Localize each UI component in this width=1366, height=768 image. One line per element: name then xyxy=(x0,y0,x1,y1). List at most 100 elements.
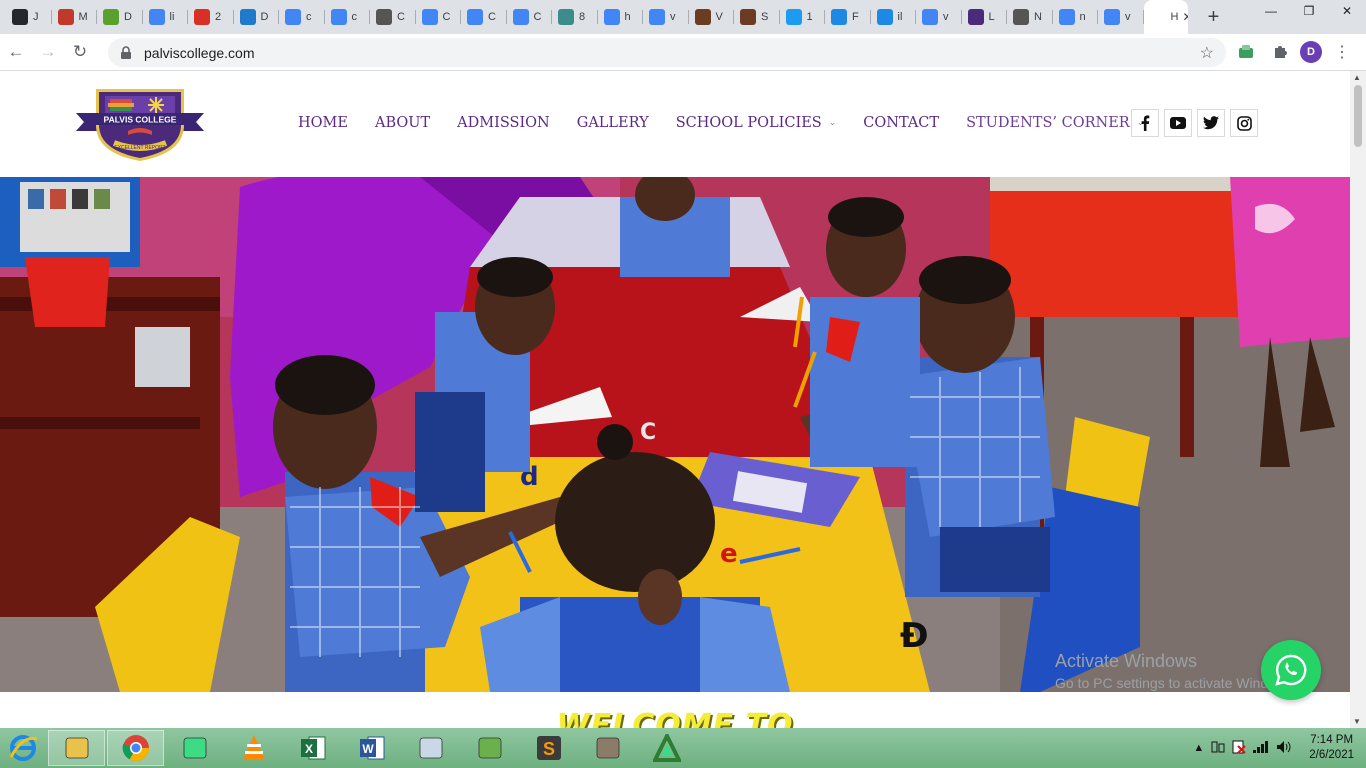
browser-tab[interactable]: v xyxy=(1098,0,1144,34)
tab-title: F xyxy=(852,11,859,23)
google-icon xyxy=(1058,9,1075,25)
puzzle-icon[interactable] xyxy=(1266,38,1294,66)
tab-title: 2 xyxy=(215,11,222,23)
nav-about[interactable]: ABOUT xyxy=(375,115,430,131)
excel-icon[interactable]: X xyxy=(284,730,341,766)
nav-gallery[interactable]: GALLERY xyxy=(577,115,649,131)
browser-tab[interactable]: h xyxy=(598,0,644,34)
file-explorer-icon[interactable] xyxy=(48,730,105,766)
menu-dots-icon[interactable]: ⋮ xyxy=(1328,38,1356,66)
browser-tab[interactable]: M xyxy=(52,0,98,34)
instagram-icon[interactable] xyxy=(1230,109,1258,137)
browser-tab-strip: J M Dli 2 Dc c C C C C 8 h v V S 1 Fil v L Nn v H ✕ + — ❐ ✕ xyxy=(0,0,1366,34)
browser-tab[interactable]: V xyxy=(689,0,735,34)
browser-tab[interactable]: c xyxy=(279,0,325,34)
back-icon[interactable]: ← xyxy=(0,37,32,67)
logo-text: PALVIS COLLEGE xyxy=(104,115,177,125)
browser-tab[interactable]: C xyxy=(461,0,507,34)
toolbar-extensions: D ⋮ xyxy=(1232,38,1356,66)
photo-icon xyxy=(694,9,711,25)
new-tab-button[interactable]: + xyxy=(1198,0,1230,34)
gimp-icon[interactable] xyxy=(579,730,636,766)
window-controls: — ❐ ✕ xyxy=(1252,0,1366,22)
facebook-icon[interactable] xyxy=(1131,109,1159,137)
google-icon xyxy=(649,9,665,25)
volume-icon[interactable] xyxy=(1276,740,1292,757)
calculator-icon[interactable] xyxy=(402,730,459,766)
word-icon[interactable]: W xyxy=(343,730,400,766)
browser-tab[interactable]: 8 xyxy=(552,0,598,34)
signal-icon[interactable] xyxy=(1253,740,1269,756)
nav-students-corner[interactable]: STUDENTS’ CORNER ⌄ xyxy=(966,115,1144,131)
minimize-icon[interactable]: — xyxy=(1252,0,1290,22)
system-clock[interactable]: 7:14 PM 2/6/2021 xyxy=(1309,733,1354,763)
android-studio-icon[interactable] xyxy=(166,730,223,766)
svg-text:Ɖ: Ɖ xyxy=(900,616,929,656)
extension-icon[interactable] xyxy=(1232,38,1260,66)
scroll-up-icon[interactable]: ▲ xyxy=(1353,73,1361,82)
google-icon xyxy=(922,9,938,25)
profile-avatar[interactable]: D xyxy=(1300,41,1322,63)
close-tab-icon[interactable]: ✕ xyxy=(1182,10,1187,24)
reload-icon[interactable]: ↻ xyxy=(64,37,96,67)
nav-home[interactable]: HOME xyxy=(298,115,348,131)
arrow-icon xyxy=(876,9,893,25)
browser-tab[interactable]: v xyxy=(916,0,962,34)
palvis-college-logo[interactable]: PALVIS COLLEGE EXCELLENT REPORT xyxy=(74,83,206,163)
tab-title: il xyxy=(897,11,903,23)
tab-title: v xyxy=(670,11,676,23)
browser-tab[interactable]: n xyxy=(1053,0,1099,34)
google-icon xyxy=(512,9,529,25)
tray-expand-icon[interactable]: ▲ xyxy=(1193,742,1204,754)
svg-text:W: W xyxy=(362,742,374,756)
browser-tab[interactable]: C xyxy=(370,0,416,34)
twitter-icon[interactable] xyxy=(1197,109,1225,137)
web-page: PALVIS COLLEGE EXCELLENT REPORT HOME ABOU… xyxy=(0,71,1350,728)
browser-tab[interactable]: D xyxy=(234,0,280,34)
browser-tab[interactable]: N xyxy=(1007,0,1053,34)
browser-tab[interactable]: J xyxy=(6,0,52,34)
tab-title: C xyxy=(488,11,496,23)
link-icon xyxy=(376,9,392,25)
nav-contact[interactable]: CONTACT xyxy=(863,115,939,131)
browser-tab[interactable]: C xyxy=(507,0,553,34)
bookmark-star-icon[interactable]: ☆ xyxy=(1200,43,1214,63)
tab-list: J M Dli 2 Dc c C C C C 8 h v V S 1 Fil v L Nn v H ✕ xyxy=(0,0,1188,34)
browser-tab[interactable]: 1 xyxy=(780,0,826,34)
url-text: palviscollege.com xyxy=(144,44,255,61)
clock-time: 7:14 PM xyxy=(1310,734,1354,746)
svg-text:X: X xyxy=(304,742,312,756)
browser-tab[interactable]: H ✕ xyxy=(1143,0,1188,34)
browser-tab[interactable]: li xyxy=(143,0,189,34)
scrollbar-thumb[interactable] xyxy=(1354,85,1362,147)
paint-icon[interactable] xyxy=(461,730,518,766)
restore-icon[interactable]: ❐ xyxy=(1290,0,1328,22)
browser-tab[interactable]: D xyxy=(97,0,143,34)
nav-admission[interactable]: ADMISSION xyxy=(457,115,550,131)
browser-tab[interactable]: il xyxy=(871,0,917,34)
vlc-icon[interactable] xyxy=(225,730,282,766)
nav-label: HOME xyxy=(298,115,348,131)
forward-icon[interactable]: → xyxy=(32,37,64,67)
lock-icon[interactable] xyxy=(120,45,134,60)
address-bar[interactable]: palviscollege.com ☆ xyxy=(108,38,1226,67)
browser-tab[interactable]: F xyxy=(825,0,871,34)
internet-explorer-icon[interactable] xyxy=(0,728,46,768)
nav-school-policies[interactable]: SCHOOL POLICIES ⌄ xyxy=(676,115,837,131)
browser-tab[interactable]: c xyxy=(325,0,371,34)
youtube-icon[interactable] xyxy=(1164,109,1192,137)
browser-tab[interactable]: v xyxy=(643,0,689,34)
scroll-down-icon[interactable]: ▼ xyxy=(1353,717,1361,726)
close-window-icon[interactable]: ✕ xyxy=(1328,0,1366,22)
browser-tab[interactable]: C xyxy=(416,0,462,34)
page-scrollbar[interactable]: ▲ ▼ xyxy=(1350,71,1366,728)
android-icon[interactable] xyxy=(638,730,695,766)
browser-tab[interactable]: S xyxy=(734,0,780,34)
browser-tab[interactable]: 2 xyxy=(188,0,234,34)
chrome-icon[interactable] xyxy=(107,730,164,766)
network-adapter-icon[interactable] xyxy=(1211,740,1225,757)
action-center-flag-icon[interactable] xyxy=(1232,740,1246,757)
whatsapp-chat-button[interactable] xyxy=(1261,640,1321,700)
browser-tab[interactable]: L xyxy=(962,0,1008,34)
sublime-text-icon[interactable]: S xyxy=(520,730,577,766)
